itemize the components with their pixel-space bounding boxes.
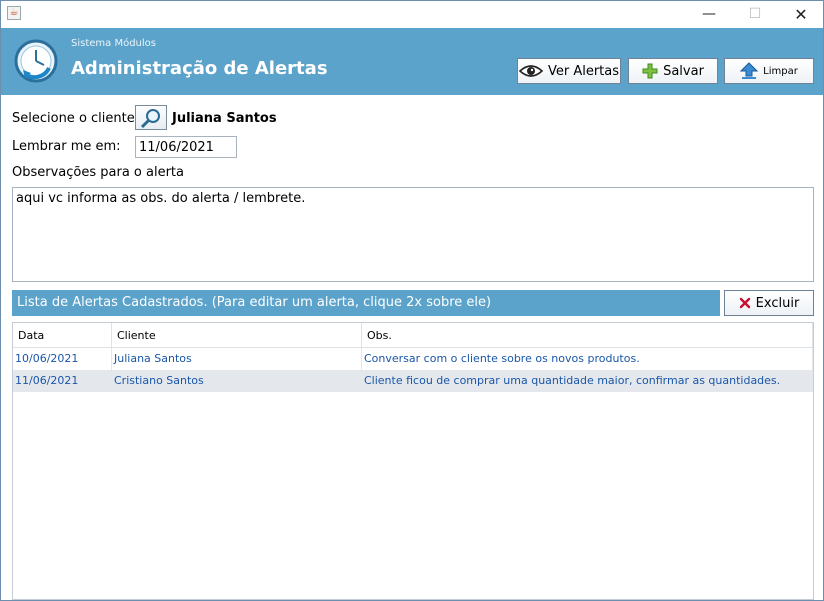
magnifier-icon bbox=[140, 108, 160, 128]
limpar-button[interactable]: Limpar bbox=[724, 58, 814, 84]
title-bar: ☕ — ☐ ✕ bbox=[1, 1, 823, 28]
lembrar-label: Lembrar me em: bbox=[12, 139, 121, 154]
plus-icon bbox=[642, 63, 658, 79]
obs-label: Observações para o alerta bbox=[12, 165, 184, 180]
column-header-cliente[interactable]: Cliente bbox=[112, 323, 362, 348]
table-header: Data Cliente Obs. bbox=[13, 323, 813, 348]
search-cliente-button[interactable] bbox=[135, 105, 167, 130]
salvar-button[interactable]: Salvar bbox=[628, 58, 718, 84]
table-row[interactable]: 10/06/2021 Juliana Santos Conversar com … bbox=[13, 348, 813, 370]
cell-obs: Cliente ficou de comprar uma quantidade … bbox=[362, 370, 813, 392]
salvar-label: Salvar bbox=[663, 63, 704, 79]
ver-alertas-button[interactable]: Ver Alertas bbox=[517, 58, 621, 84]
close-button[interactable]: ✕ bbox=[778, 1, 824, 28]
cliente-label: Selecione o cliente: bbox=[12, 111, 140, 126]
table-row-selected[interactable]: 11/06/2021 Cristiano Santos Cliente fico… bbox=[13, 370, 813, 392]
arrow-up-icon bbox=[740, 62, 759, 79]
app-subtitle: Sistema Módulos bbox=[71, 38, 156, 49]
cell-data: 10/06/2021 bbox=[13, 348, 112, 370]
column-header-data[interactable]: Data bbox=[13, 323, 112, 348]
column-header-obs[interactable]: Obs. bbox=[362, 323, 813, 348]
cell-cliente: Cristiano Santos bbox=[112, 370, 362, 392]
java-app-icon: ☕ bbox=[7, 6, 21, 20]
alerts-table[interactable]: Data Cliente Obs. 10/06/2021 Juliana San… bbox=[12, 322, 814, 600]
lembrar-date-input[interactable] bbox=[135, 136, 237, 158]
header-banner: Sistema Módulos Administração de Alertas… bbox=[1, 28, 823, 95]
page-title: Administração de Alertas bbox=[71, 58, 328, 79]
x-icon bbox=[739, 297, 750, 309]
limpar-label: Limpar bbox=[763, 65, 798, 77]
application-window: ☕ — ☐ ✕ Sistema Módulos Administração de… bbox=[0, 0, 824, 601]
minimize-button[interactable]: — bbox=[686, 1, 732, 28]
excluir-label: Excluir bbox=[755, 295, 800, 311]
cell-data: 11/06/2021 bbox=[13, 370, 112, 392]
clock-icon bbox=[14, 39, 58, 83]
selected-client-name: Juliana Santos bbox=[172, 111, 277, 126]
cell-obs: Conversar com o cliente sobre os novos p… bbox=[362, 348, 813, 370]
excluir-button[interactable]: Excluir bbox=[724, 290, 814, 316]
ver-alertas-label: Ver Alertas bbox=[547, 63, 620, 79]
obs-textarea[interactable]: aqui vc informa as obs. do alerta / lemb… bbox=[12, 187, 814, 282]
cell-cliente: Juliana Santos bbox=[112, 348, 362, 370]
list-title-bar: Lista de Alertas Cadastrados. (Para edit… bbox=[12, 290, 720, 316]
eye-icon bbox=[518, 65, 543, 77]
maximize-button[interactable]: ☐ bbox=[732, 1, 778, 28]
